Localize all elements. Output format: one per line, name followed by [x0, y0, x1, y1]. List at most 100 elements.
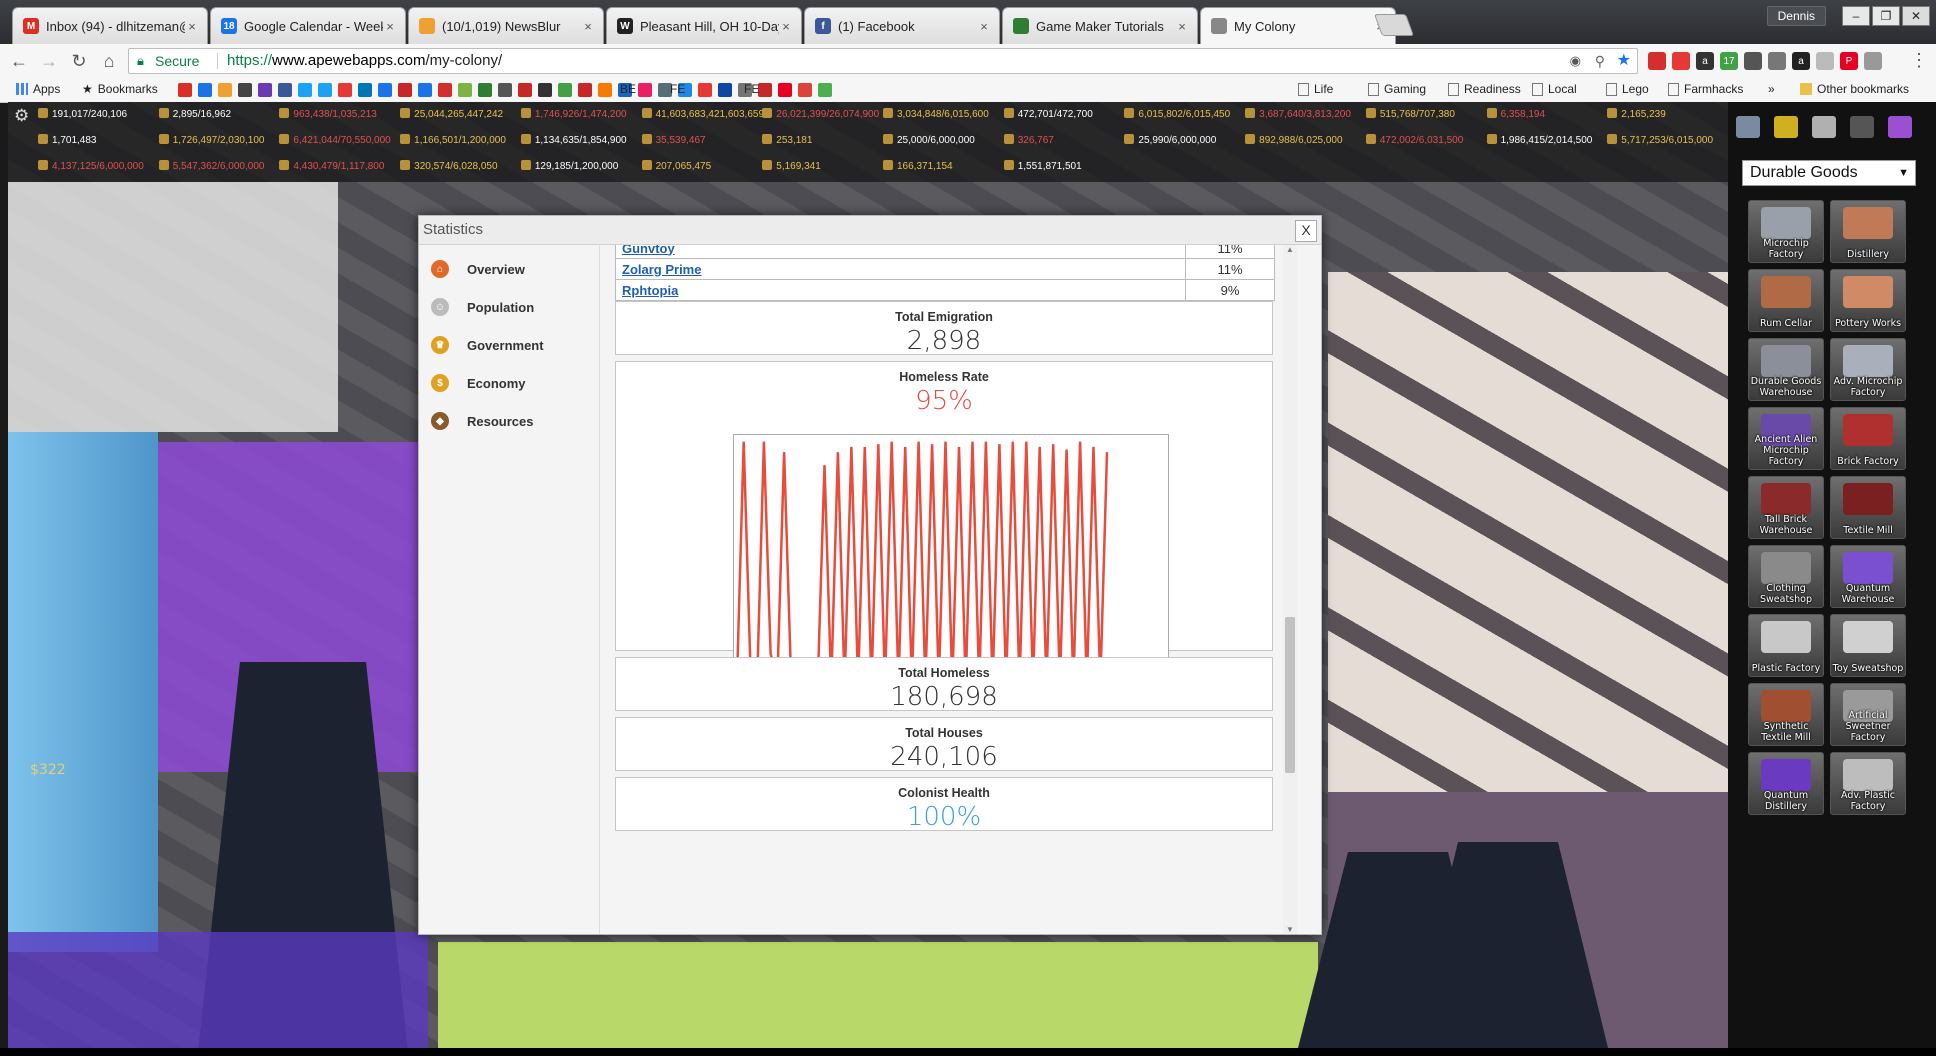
amazon-icon[interactable]: a	[1696, 52, 1714, 70]
building-button[interactable]: Toy Sweatshop	[1830, 614, 1906, 677]
bookmark-favicon-icon[interactable]	[278, 83, 292, 97]
bookmark-favicon-icon[interactable]	[538, 83, 552, 97]
bookmark-favicon-icon[interactable]	[818, 83, 832, 97]
building-button[interactable]: Textile Mill	[1830, 476, 1906, 539]
building-button[interactable]: Rum Cellar	[1748, 269, 1824, 332]
eye-icon[interactable]: ◉	[1570, 49, 1581, 73]
bookmark-star-icon[interactable]: ★	[1617, 49, 1631, 73]
bookmark-folder[interactable]: Lego	[1606, 82, 1649, 96]
bookmark-favicon-icon[interactable]	[218, 83, 232, 97]
bookmark-favicon-icon[interactable]	[598, 83, 612, 97]
bookmark-favicon-icon[interactable]	[338, 83, 352, 97]
tab-close-icon[interactable]: ×	[581, 19, 595, 34]
category-roads-icon[interactable]	[1812, 116, 1836, 138]
bookmark-folder[interactable]: Life	[1298, 82, 1333, 96]
address-bar[interactable]: 🔒︎ Secure https://www.apewebapps.com/my-…	[128, 48, 1638, 74]
bookmark-favicon-icon[interactable]	[418, 83, 432, 97]
bookmark-folder[interactable]: Readiness	[1448, 82, 1521, 96]
extension-icon[interactable]	[1768, 52, 1786, 70]
extension-icon[interactable]	[1816, 52, 1834, 70]
building-button[interactable]: Artificial Sweetner Factory	[1830, 683, 1906, 746]
tab[interactable]: M Inbox (94) - dlhitzeman@ ×	[12, 7, 208, 44]
tab[interactable]: f (1) Facebook ×	[804, 7, 1000, 44]
zoom-icon[interactable]: ⚲	[1595, 49, 1605, 73]
building-button[interactable]: Synthetic Textile Mill	[1748, 683, 1824, 746]
forward-icon[interactable]: →	[38, 50, 60, 72]
amazon-icon[interactable]: a	[1792, 52, 1810, 70]
category-structures-icon[interactable]	[1736, 116, 1760, 138]
tab[interactable]: My Colony×	[1200, 7, 1396, 44]
building-button[interactable]: Quantum Warehouse	[1830, 545, 1906, 608]
dialog-scrollbar[interactable]: ▲ ▼	[1283, 245, 1297, 934]
tab-close-icon[interactable]: ×	[185, 19, 199, 34]
bookmark-favicon-icon[interactable]	[318, 83, 332, 97]
colony-link[interactable]: Zolarg Prime	[622, 262, 701, 277]
category-vehicles-icon[interactable]	[1774, 116, 1798, 138]
bookmark-favicon-icon[interactable]	[438, 83, 452, 97]
building-button[interactable]: Quantum Distillery	[1748, 752, 1824, 815]
menu-icon[interactable]: ⋮	[1910, 50, 1928, 71]
building-button[interactable]: Microchip Factory	[1748, 200, 1824, 263]
bookmark-favicon-icon[interactable]	[458, 83, 472, 97]
tab[interactable]: W Pleasant Hill, OH 10-Day ×	[606, 7, 802, 44]
nav-economy[interactable]: $ Economy	[431, 371, 526, 395]
profile-button[interactable]: Dennis	[1766, 6, 1826, 26]
bookmark-favicon-icon[interactable]	[638, 83, 652, 97]
extension-icon[interactable]	[1672, 52, 1690, 70]
new-tab-button[interactable]	[1373, 14, 1415, 36]
bookmark-favicon-icon[interactable]	[478, 83, 492, 97]
bookmark-folder[interactable]: Farmhacks	[1668, 82, 1743, 96]
close-window-button[interactable]: ✕	[1902, 6, 1930, 26]
scroll-thumb[interactable]	[1285, 617, 1295, 773]
bookmark-favicon-icon[interactable]	[558, 83, 572, 97]
bookmark-fe-2[interactable]: FE	[744, 82, 759, 96]
bookmark-favicon-icon[interactable]	[238, 83, 252, 97]
close-dialog-button[interactable]: X	[1295, 220, 1317, 242]
building-button[interactable]: Adv. Plastic Factory	[1830, 752, 1906, 815]
bookmark-folder[interactable]: Gaming	[1368, 82, 1426, 96]
building-button[interactable]: Adv. Microchip Factory	[1830, 338, 1906, 401]
tab[interactable]: 18 Google Calendar - Week ×	[210, 7, 406, 44]
extension-icon[interactable]	[1648, 52, 1666, 70]
bookmark-favicon-icon[interactable]	[718, 83, 732, 97]
bookmark-favicon-icon[interactable]	[778, 83, 792, 97]
bookmark-be[interactable]: BE	[620, 82, 636, 96]
maximize-button[interactable]: ❐	[1872, 6, 1900, 26]
tab-close-icon[interactable]: ×	[383, 19, 397, 34]
colony-link[interactable]: Gunvtoy	[622, 245, 675, 256]
building-button[interactable]: Distillery	[1830, 200, 1906, 263]
bookmark-bookmarks[interactable]: ★ Bookmarks	[82, 82, 158, 96]
building-button[interactable]: Tall Brick Warehouse	[1748, 476, 1824, 539]
building-button[interactable]: Pottery Works	[1830, 269, 1906, 332]
bookmark-favicon-icon[interactable]	[378, 83, 392, 97]
colony-link[interactable]: Rphtopia	[622, 283, 678, 298]
bookmark-favicon-icon[interactable]	[298, 83, 312, 97]
bookmark-favicon-icon[interactable]	[358, 83, 372, 97]
home-icon[interactable]: ⌂	[98, 50, 120, 72]
building-button[interactable]: Durable Goods Warehouse	[1748, 338, 1824, 401]
bookmark-folder[interactable]: Local	[1532, 82, 1577, 96]
bookmark-favicon-icon[interactable]	[698, 83, 712, 97]
extension-icon[interactable]: 17	[1720, 52, 1738, 70]
bookmark-favicon-icon[interactable]	[798, 83, 812, 97]
bookmark-favicon-icon[interactable]	[198, 83, 212, 97]
back-icon[interactable]: ←	[8, 50, 30, 72]
minimize-button[interactable]: –	[1842, 6, 1870, 26]
nav-government[interactable]: ♛ Government	[431, 333, 544, 357]
tab[interactable]: (10/1,019) NewsBlur ×	[408, 7, 604, 44]
bookmark-favicon-icon[interactable]	[398, 83, 412, 97]
nav-overview[interactable]: ⌂ Overview	[431, 257, 525, 281]
building-button[interactable]: Plastic Factory	[1748, 614, 1824, 677]
bookmark-favicon-icon[interactable]	[498, 83, 512, 97]
building-button[interactable]: Ancient Alien Microchip Factory	[1748, 407, 1824, 470]
category-bulldoze-icon[interactable]	[1850, 116, 1874, 138]
bookmark-favicon-icon[interactable]	[758, 83, 772, 97]
extension-icon[interactable]	[1744, 52, 1762, 70]
tab-close-icon[interactable]: ×	[977, 19, 991, 34]
bookmark-other[interactable]: Other bookmarks	[1800, 82, 1909, 96]
category-research-icon[interactable]	[1888, 116, 1912, 138]
reload-icon[interactable]: ↻	[68, 50, 90, 72]
url-text[interactable]: https://www.apewebapps.com/my-colony/	[227, 49, 502, 73]
extension-icon[interactable]	[1864, 52, 1882, 70]
tab[interactable]: Game Maker Tutorials ×	[1002, 7, 1198, 44]
